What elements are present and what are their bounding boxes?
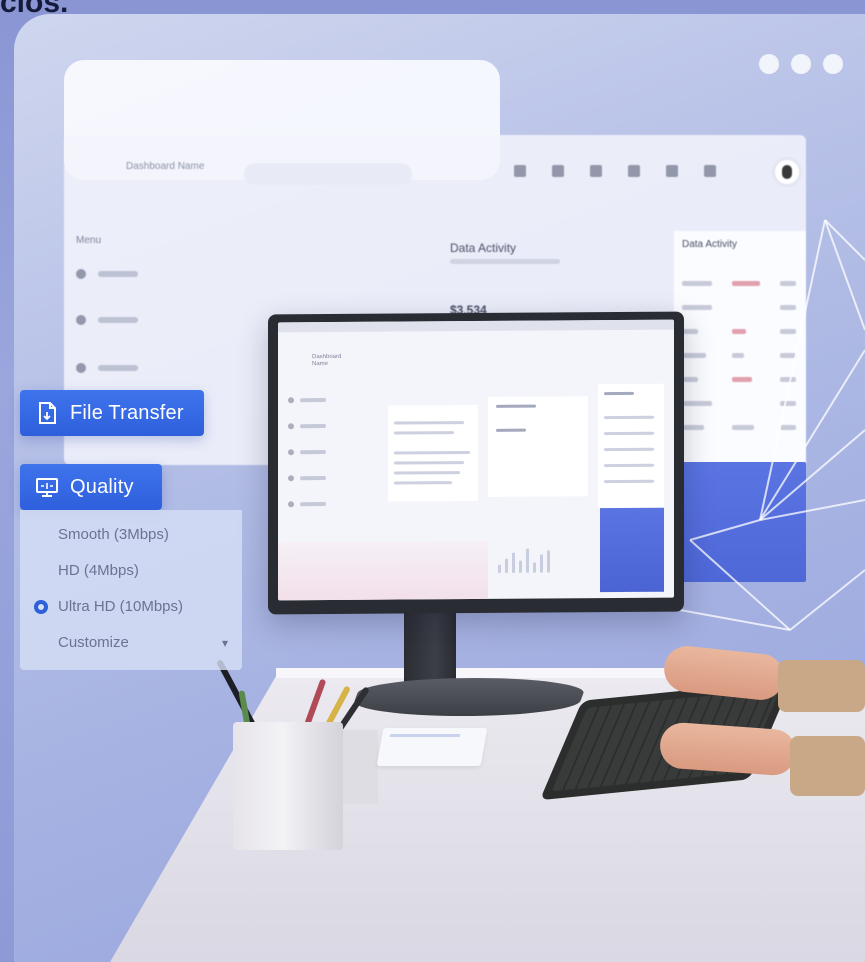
hand: [658, 721, 798, 777]
home-icon: [76, 269, 86, 279]
quality-label: Quality: [70, 475, 134, 498]
sleeve: [790, 736, 865, 796]
monitor-screen: Dashboard Name: [278, 319, 674, 601]
sleeve: [778, 660, 865, 712]
file-icon: [34, 400, 60, 426]
dashboard-top-icons: [514, 165, 716, 177]
monitor: Dashboard Name: [268, 311, 684, 615]
quality-menu: Smooth (3Mbps) HD (4Mbps) Ultra HD (10Mb…: [20, 510, 242, 670]
tool-icon: [704, 165, 716, 177]
dot-icon[interactable]: [823, 54, 843, 74]
quality-button[interactable]: Quality: [20, 464, 162, 510]
quality-icon: [34, 474, 60, 500]
calendar-icon: [514, 165, 526, 177]
screen-activity-card: [598, 383, 664, 509]
screen-blue-panel: [600, 507, 664, 593]
quality-option-ultra-hd[interactable]: Ultra HD (10Mbps): [58, 598, 183, 615]
screen-pink-area: [278, 540, 488, 601]
pen-cup: [233, 722, 343, 850]
dashboard-brand: Dashboard Name: [126, 161, 205, 172]
panel-title: Data Activity: [450, 241, 517, 255]
mail-icon: [552, 165, 564, 177]
dot-icon[interactable]: [791, 54, 811, 74]
sidebar-item: [76, 361, 206, 375]
quality-option-hd[interactable]: HD (4Mbps): [58, 562, 139, 579]
panel-subtitle: [450, 259, 560, 264]
avatar: [772, 157, 802, 187]
screen-sidebar: [288, 396, 368, 508]
screen-mini-bars: [498, 548, 550, 573]
quality-option-customize[interactable]: Customize: [58, 634, 129, 651]
file-transfer-button[interactable]: File Transfer: [20, 390, 204, 436]
screen-brand: Dashboard Name: [312, 353, 342, 368]
screen-titlebar: [278, 319, 674, 333]
cup-back: [338, 730, 378, 804]
file-transfer-label: File Transfer: [70, 401, 184, 424]
chart-icon: [76, 363, 86, 373]
clock-icon: [76, 315, 86, 325]
share-icon: [628, 165, 640, 177]
sidebar-item: [76, 267, 206, 281]
radio-selected-icon[interactable]: [34, 600, 48, 614]
menu-label: Menu: [76, 235, 102, 246]
dashboard-search: [244, 163, 412, 185]
quality-option-smooth[interactable]: Smooth (3Mbps): [58, 526, 169, 543]
dot-icon[interactable]: [759, 54, 779, 74]
settings-icon: [590, 165, 602, 177]
sidebar-item: [76, 313, 206, 327]
chevron-down-icon[interactable]: ▾: [222, 636, 228, 650]
notepad: [376, 728, 488, 766]
screen-card: [488, 396, 588, 497]
window-dots: [759, 54, 843, 74]
grid-icon: [666, 165, 678, 177]
